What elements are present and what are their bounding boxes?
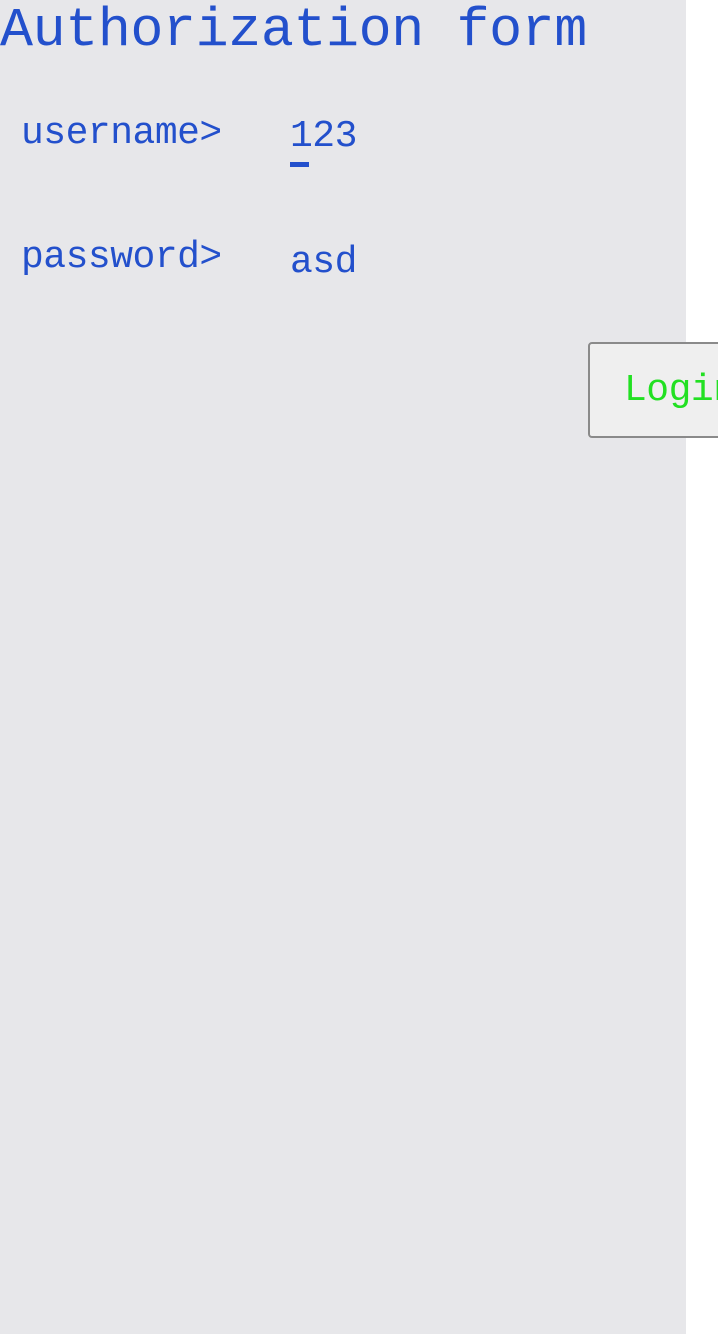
text-cursor: [290, 162, 309, 167]
form-title: Authorization form: [0, 0, 587, 62]
authorization-panel: Authorization form username> password>: [0, 0, 686, 1334]
login-button[interactable]: Login: [588, 342, 718, 438]
password-label: password>: [21, 236, 222, 279]
username-label: username>: [21, 112, 222, 155]
password-input[interactable]: [290, 238, 650, 286]
username-input[interactable]: [290, 112, 650, 160]
